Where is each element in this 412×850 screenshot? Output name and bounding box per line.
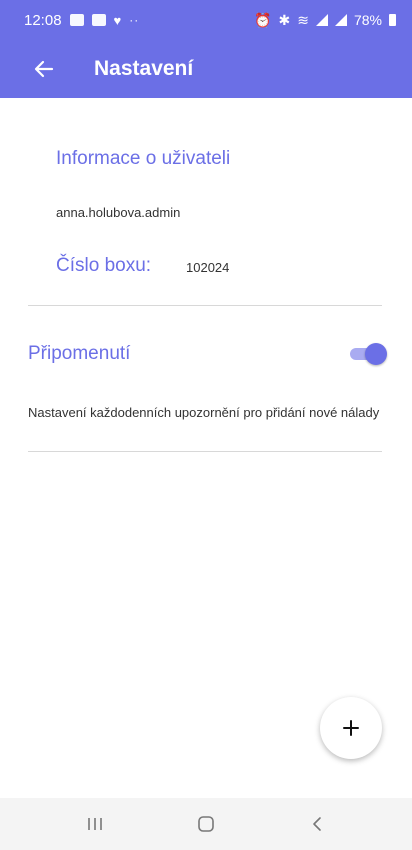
user-info-heading: Informace o uživateli: [56, 148, 231, 169]
add-button[interactable]: [320, 697, 382, 759]
alarm-icon: ⏰: [254, 11, 272, 28]
gallery-icon: [69, 14, 84, 26]
page-title: Nastavení: [94, 57, 194, 80]
battery-level: 78%: [353, 12, 382, 28]
arrow-left-icon: [34, 60, 54, 78]
status-right: ⏰ ✱ ≋ 78%: [254, 12, 396, 29]
signal-icon: [334, 14, 347, 26]
box-number-label: Číslo boxu:: [56, 255, 152, 276]
reminder-toggle[interactable]: [348, 343, 387, 365]
back-button[interactable]: [24, 49, 64, 89]
system-nav-bar: [0, 798, 412, 850]
wifi-icon: ≋: [297, 11, 309, 28]
reminder-heading: Připomenutí: [28, 343, 131, 364]
system-back-button[interactable]: [297, 804, 337, 844]
home-icon: [198, 816, 214, 832]
divider: [28, 305, 382, 306]
status-bar: 12:08 ♥ ·· ⏰ ✱ ≋ 78%: [0, 0, 412, 40]
app-bar: Nastavení: [0, 40, 412, 98]
back-icon: [312, 817, 321, 831]
username: anna.holubova.admin: [56, 205, 181, 220]
toggle-thumb: [365, 343, 387, 365]
heart-icon: ♥: [113, 12, 122, 28]
plus-icon: [343, 720, 359, 736]
image-icon: [91, 14, 106, 26]
recent-apps-icon: [88, 818, 103, 830]
more-dots-icon: ··: [129, 13, 140, 27]
signal-icon: [315, 14, 328, 26]
reminder-description: Nastavení každodenních upozornění pro př…: [28, 405, 380, 420]
status-left: 12:08 ♥ ··: [24, 12, 139, 29]
home-button[interactable]: [186, 804, 226, 844]
bluetooth-icon: ✱: [278, 11, 291, 28]
box-number-value: 102024: [186, 260, 230, 275]
status-time: 12:08: [24, 11, 62, 29]
divider: [28, 451, 382, 452]
battery-icon: [389, 14, 396, 26]
recent-apps-button[interactable]: [75, 804, 115, 844]
